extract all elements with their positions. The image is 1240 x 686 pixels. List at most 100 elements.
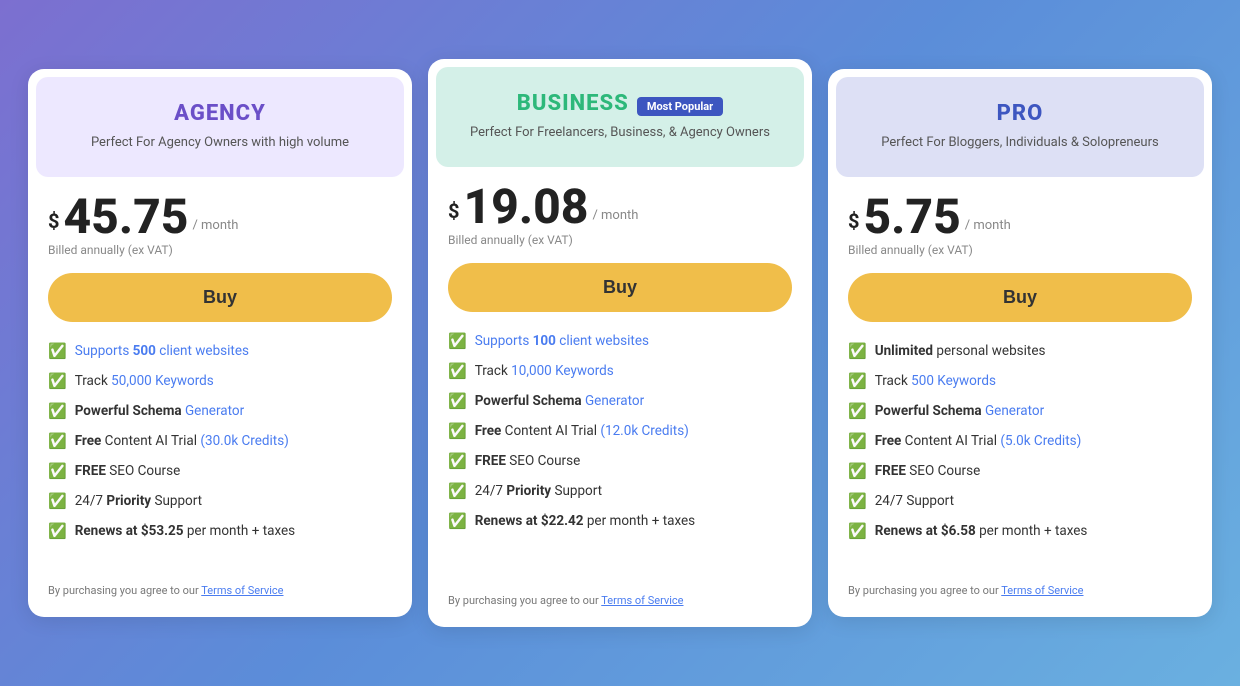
feature-text-part: Support	[151, 493, 202, 509]
check-icon: ✅	[448, 451, 467, 472]
card-header-pro: PROPerfect For Bloggers, Individuals & S…	[836, 77, 1204, 176]
plan-name-text-business: BUSINESS	[517, 91, 629, 116]
feature-link[interactable]: 500	[133, 343, 156, 359]
buy-button-business[interactable]: Buy	[448, 263, 792, 312]
price-main-agency: 45.75	[63, 193, 188, 241]
most-popular-badge: Most Popular	[637, 97, 723, 116]
tos-link[interactable]: Terms of Service	[201, 584, 283, 597]
features-list-business: ✅ Supports 100 client websites ✅ Track 10,0…	[448, 332, 792, 562]
feature-text-part: Track	[475, 363, 511, 379]
pricing-body-business: $19.08/ monthBilled annually (ex VAT)Buy…	[428, 167, 812, 578]
check-icon: ✅	[48, 431, 67, 452]
feature-text: Supports 500 client websites	[75, 342, 249, 361]
feature-link[interactable]: Generator	[582, 393, 645, 409]
plan-name-pro: PRO	[856, 101, 1184, 126]
feature-link[interactable]: 100	[533, 333, 556, 349]
check-icon: ✅	[448, 391, 467, 412]
feature-text-part: Track	[75, 373, 111, 389]
check-icon: ✅	[48, 401, 67, 422]
feature-link[interactable]: (12.0k Credits)	[600, 423, 689, 439]
list-item: ✅Track 50,000 Keywords	[48, 372, 392, 392]
feature-link[interactable]: (5.0k Credits)	[1000, 433, 1081, 449]
feature-text-part: Free	[475, 423, 502, 439]
feature-link[interactable]: 50,000 Keywords	[111, 373, 214, 389]
feature-link[interactable]: client websites	[156, 343, 249, 359]
feature-text: Powerful Schema Generator	[875, 402, 1044, 421]
feature-text: 24/7 Priority Support	[75, 492, 202, 511]
check-icon: ✅	[848, 491, 867, 512]
feature-text-part: SEO Course	[506, 453, 580, 469]
price-period-business: / month	[592, 208, 638, 223]
plan-name-text-pro: PRO	[997, 101, 1044, 126]
feature-text: 24/7 Support	[875, 492, 954, 511]
feature-text: Supports 100 client websites	[475, 332, 649, 351]
feature-text: Unlimited personal websites	[875, 342, 1046, 361]
feature-text: Renews at $22.42 per month + taxes	[475, 512, 695, 531]
price-period-agency: / month	[192, 218, 238, 233]
feature-text-part: Powerful Schema	[475, 393, 582, 409]
check-icon: ✅	[448, 481, 467, 502]
tos-link[interactable]: Terms of Service	[1001, 584, 1083, 597]
feature-text-part: Free	[875, 433, 902, 449]
feature-text-part: Renews at $22.42	[475, 513, 584, 529]
feature-text: Renews at $6.58 per month + taxes	[875, 522, 1088, 541]
feature-text-part: personal websites	[933, 343, 1045, 359]
check-icon: ✅	[848, 431, 867, 452]
plan-desc-agency: Perfect For Agency Owners with high volu…	[56, 134, 384, 152]
tos-text-pro: By purchasing you agree to our Terms of …	[828, 584, 1212, 597]
list-item: ✅Free Content AI Trial (30.0k Credits)	[48, 432, 392, 452]
feature-text: Free Content AI Trial (5.0k Credits)	[875, 432, 1082, 451]
check-icon: ✅	[48, 491, 67, 512]
plan-name-agency: AGENCY	[56, 101, 384, 126]
check-icon: ✅	[448, 421, 467, 442]
check-icon: ✅	[848, 521, 867, 542]
price-billing-business: Billed annually (ex VAT)	[448, 233, 792, 247]
pricing-card-pro: PROPerfect For Bloggers, Individuals & S…	[828, 69, 1212, 616]
feature-text-part: 24/7	[475, 483, 507, 499]
feature-text-part: per month + taxes	[183, 523, 295, 539]
feature-link[interactable]: client websites	[556, 333, 649, 349]
feature-link[interactable]: 10,000 Keywords	[511, 363, 614, 379]
feature-link[interactable]: (30.0k Credits)	[200, 433, 289, 449]
feature-link[interactable]: Supports	[475, 333, 533, 349]
feature-link[interactable]: Generator	[182, 403, 245, 419]
pricing-card-business: BUSINESS Most Popular Perfect For Freelanc…	[428, 59, 812, 626]
feature-text-part: Content AI Trial	[501, 423, 600, 439]
price-main-business: 19.08	[463, 183, 588, 231]
feature-text-part: Content AI Trial	[101, 433, 200, 449]
feature-text-part: Priority	[106, 493, 151, 509]
list-item: ✅Unlimited personal websites	[848, 342, 1192, 362]
plan-desc-business: Perfect For Freelancers, Business, & Age…	[456, 124, 784, 142]
feature-link[interactable]: Supports	[75, 343, 133, 359]
feature-text-part: SEO Course	[906, 463, 980, 479]
plan-name-business: BUSINESS Most Popular	[456, 91, 784, 116]
list-item: ✅24/7 Priority Support	[448, 482, 792, 502]
feature-text-part: per month + taxes	[583, 513, 695, 529]
price-dollar-agency: $	[48, 209, 59, 233]
check-icon: ✅	[48, 461, 67, 482]
feature-text: FREE SEO Course	[475, 452, 581, 471]
list-item: ✅ Renews at $22.42 per month + taxes	[448, 512, 792, 532]
list-item: ✅Powerful Schema Generator	[48, 402, 392, 422]
feature-text-part: 24/7	[75, 493, 107, 509]
feature-text: Track 500 Keywords	[875, 372, 996, 391]
tos-link[interactable]: Terms of Service	[601, 594, 683, 607]
feature-text-part: Renews at $53.25	[75, 523, 184, 539]
pricing-body-pro: $5.75/ monthBilled annually (ex VAT)Buy✅…	[828, 177, 1212, 568]
buy-button-pro[interactable]: Buy	[848, 273, 1192, 322]
list-item: ✅ Renews at $6.58 per month + taxes	[848, 522, 1192, 542]
buy-button-agency[interactable]: Buy	[48, 273, 392, 322]
check-icon: ✅	[448, 511, 467, 532]
card-header-business: BUSINESS Most Popular Perfect For Freelanc…	[436, 67, 804, 166]
feature-link[interactable]: 500 Keywords	[911, 373, 996, 389]
feature-text-part: FREE	[875, 463, 906, 479]
list-item: ✅ FREE SEO Course	[848, 462, 1192, 482]
list-item: ✅ FREE SEO Course	[448, 452, 792, 472]
list-item: ✅ 24/7 Priority Support	[48, 492, 392, 512]
feature-link[interactable]: Generator	[982, 403, 1045, 419]
check-icon: ✅	[48, 341, 67, 362]
price-period-pro: / month	[965, 218, 1011, 233]
check-icon: ✅	[848, 461, 867, 482]
list-item: ✅Renews at $53.25 per month + taxes	[48, 522, 392, 542]
pricing-card-agency: AGENCY Perfect For Agency Owners with hig…	[28, 69, 412, 616]
